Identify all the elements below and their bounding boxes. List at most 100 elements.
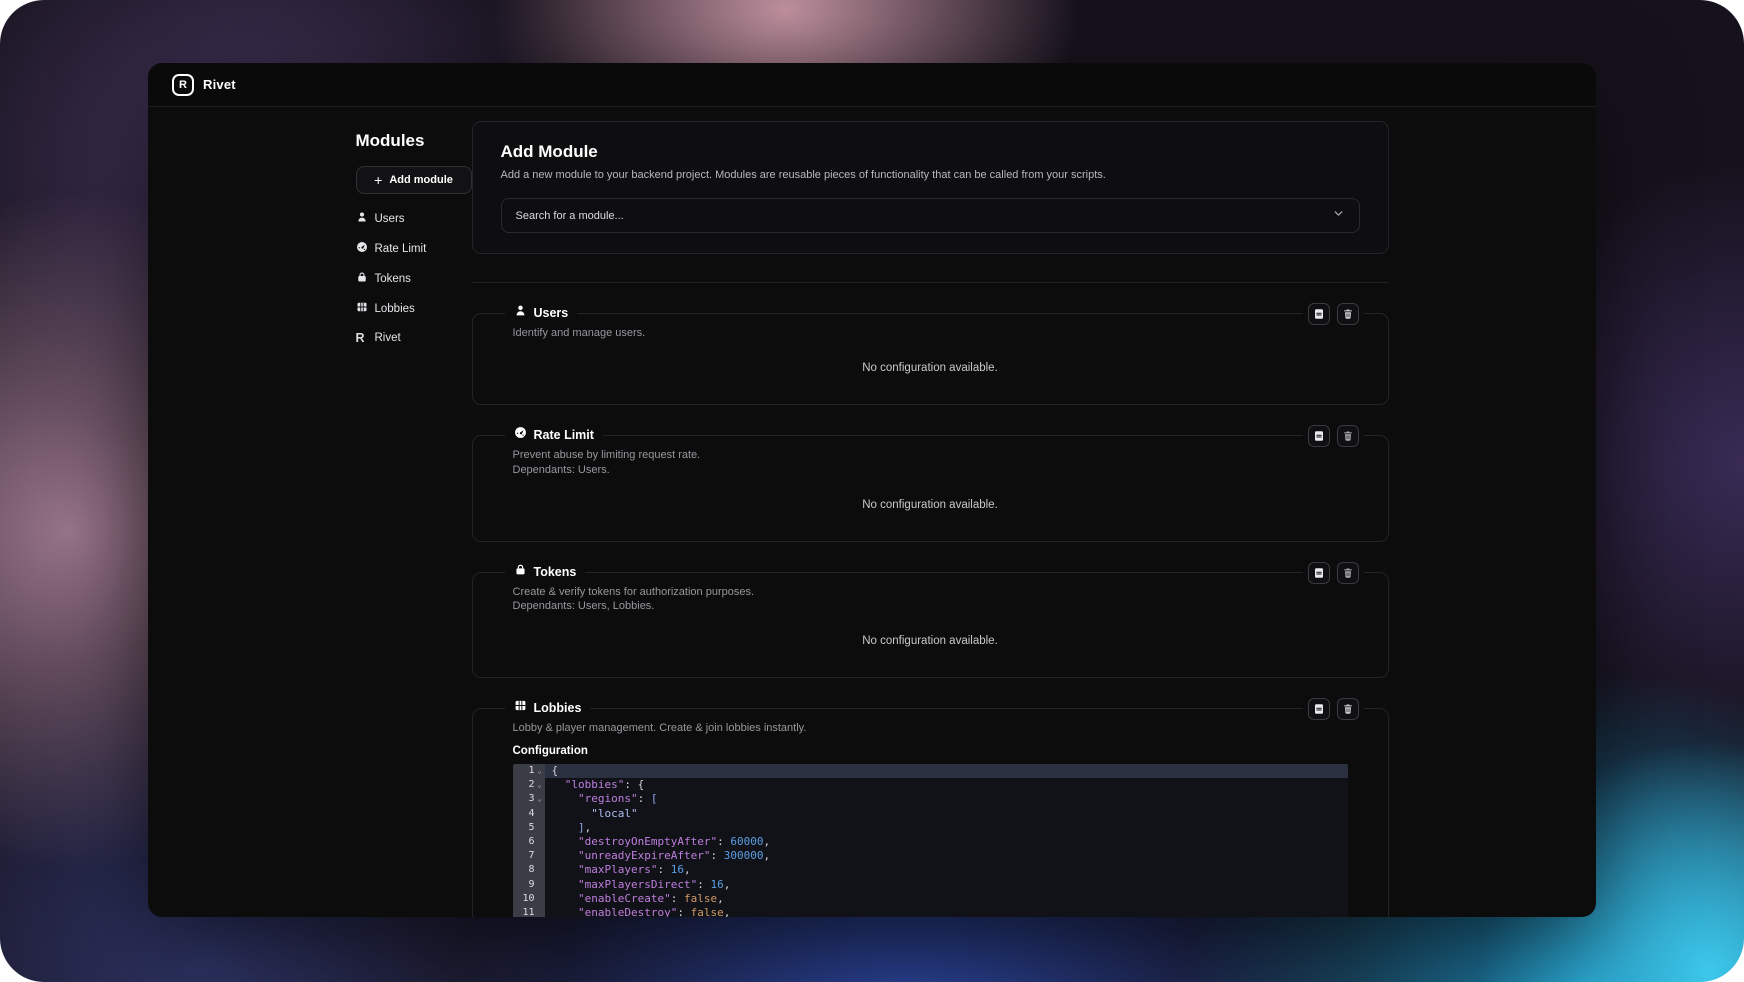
line-number-gutter: 2⌄ xyxy=(513,778,545,792)
line-number-gutter: 11 xyxy=(513,906,545,917)
fold-chevron-icon[interactable]: ⌄ xyxy=(535,792,545,806)
module-search-select[interactable]: Search for a module... xyxy=(501,198,1360,233)
module-dependants: Dependants: Users, Lobbies. xyxy=(513,599,1348,614)
code-line[interactable]: 3⌄ "regions": [ xyxy=(513,792,1348,806)
delete-button[interactable] xyxy=(1337,698,1359,720)
module-name: Users xyxy=(534,306,569,320)
line-number-gutter: 5 xyxy=(513,821,545,835)
module-card-header: Tokens xyxy=(505,563,586,581)
code-line[interactable]: 11 "enableDestroy": false, xyxy=(513,906,1348,917)
module-card-header: Lobbies xyxy=(505,699,591,717)
code-text: "enableDestroy": false, xyxy=(545,906,1348,917)
docs-button[interactable] xyxy=(1308,303,1330,325)
line-number-gutter: 3⌄ xyxy=(513,792,545,806)
line-number-gutter: 9 xyxy=(513,878,545,892)
plus-icon: + xyxy=(374,173,382,187)
configuration-label: Configuration xyxy=(513,745,1348,757)
docs-button[interactable] xyxy=(1308,698,1330,720)
code-text: "lobbies": { xyxy=(545,778,1348,792)
module-card-actions xyxy=(1303,303,1364,325)
page-background: R Rivet Modules + Add module Users xyxy=(0,0,1744,982)
code-line[interactable]: 1⌄{ xyxy=(513,764,1348,778)
fold-chevron-icon[interactable]: ⌄ xyxy=(535,764,545,778)
app-window: R Rivet Modules + Add module Users xyxy=(148,63,1596,917)
code-text: "regions": [ xyxy=(545,792,1348,806)
add-module-button[interactable]: + Add module xyxy=(356,166,472,194)
modules-sidebar: Modules + Add module Users Rate Limit xyxy=(356,121,472,917)
module-card-users: Users Identify and manage users. No conf… xyxy=(472,313,1389,405)
brand-name: Rivet xyxy=(203,77,236,92)
module-description: Identify and manage users. xyxy=(513,326,1348,341)
code-line[interactable]: 8 "maxPlayers": 16, xyxy=(513,863,1348,877)
module-name: Rate Limit xyxy=(534,428,594,442)
sidebar-item-rate-limit[interactable]: Rate Limit xyxy=(356,241,472,256)
module-card-rate-limit: Rate Limit Prevent abuse by limiting req… xyxy=(472,435,1389,542)
rivet-logo-icon[interactable]: R xyxy=(172,74,194,96)
grid-icon xyxy=(356,301,368,316)
code-line[interactable]: 9 "maxPlayersDirect": 16, xyxy=(513,878,1348,892)
add-module-description: Add a new module to your backend project… xyxy=(501,169,1360,181)
sidebar-module-list: Users Rate Limit Tokens Lobbies xyxy=(356,211,472,345)
add-module-button-label: Add module xyxy=(389,174,453,186)
code-text: "destroyOnEmptyAfter": 60000, xyxy=(545,835,1348,849)
rivet-r-icon: R xyxy=(356,331,368,345)
code-text: "local" xyxy=(545,807,1348,821)
module-empty-state: No configuration available. xyxy=(513,362,1348,404)
line-number-gutter: 1⌄ xyxy=(513,764,545,778)
sidebar-title: Modules xyxy=(356,131,472,151)
sidebar-item-lobbies[interactable]: Lobbies xyxy=(356,301,472,316)
json-config-editor[interactable]: 1⌄{2⌄ "lobbies": {3⌄ "regions": [4 "loca… xyxy=(513,764,1348,917)
user-icon xyxy=(356,211,368,226)
module-card-header: Users xyxy=(505,304,578,322)
module-name: Lobbies xyxy=(534,701,582,715)
code-text: "maxPlayers": 16, xyxy=(545,863,1348,877)
code-text: { xyxy=(545,764,1348,778)
top-bar: R Rivet xyxy=(148,63,1596,107)
main-panel: Add Module Add a new module to your back… xyxy=(472,121,1389,917)
sidebar-item-label: Rate Limit xyxy=(375,243,427,255)
sidebar-item-label: Users xyxy=(375,213,405,225)
module-description: Lobby & player management. Create & join… xyxy=(513,721,1348,736)
code-text: ], xyxy=(545,821,1348,835)
sidebar-item-label: Lobbies xyxy=(375,303,415,315)
code-line[interactable]: 6 "destroyOnEmptyAfter": 60000, xyxy=(513,835,1348,849)
docs-button[interactable] xyxy=(1308,562,1330,584)
code-line[interactable]: 7 "unreadyExpireAfter": 300000, xyxy=(513,849,1348,863)
code-line[interactable]: 4 "local" xyxy=(513,807,1348,821)
line-number-gutter: 8 xyxy=(513,863,545,877)
module-card-tokens: Tokens Create & verify tokens for author… xyxy=(472,572,1389,679)
module-search-placeholder: Search for a module... xyxy=(516,210,624,222)
delete-button[interactable] xyxy=(1337,303,1359,325)
line-number-gutter: 6 xyxy=(513,835,545,849)
code-text: "enableCreate": false, xyxy=(545,892,1348,906)
lock-icon xyxy=(514,563,527,581)
module-empty-state: No configuration available. xyxy=(513,635,1348,677)
module-card-actions xyxy=(1303,425,1364,447)
code-line[interactable]: 5 ], xyxy=(513,821,1348,835)
delete-button[interactable] xyxy=(1337,562,1359,584)
code-line[interactable]: 10 "enableCreate": false, xyxy=(513,892,1348,906)
module-card-header: Rate Limit xyxy=(505,426,603,444)
grid-icon xyxy=(514,699,527,717)
sidebar-item-label: Tokens xyxy=(375,273,411,285)
fold-chevron-icon[interactable]: ⌄ xyxy=(535,778,545,792)
gauge-icon xyxy=(356,241,368,256)
code-line[interactable]: 2⌄ "lobbies": { xyxy=(513,778,1348,792)
line-number-gutter: 10 xyxy=(513,892,545,906)
gauge-icon xyxy=(514,426,527,444)
section-divider xyxy=(472,282,1389,283)
sidebar-item-rivet[interactable]: R Rivet xyxy=(356,331,472,345)
docs-button[interactable] xyxy=(1308,425,1330,447)
add-module-title: Add Module xyxy=(501,142,1360,162)
module-description: Prevent abuse by limiting request rate. xyxy=(513,448,1348,463)
delete-button[interactable] xyxy=(1337,425,1359,447)
sidebar-item-users[interactable]: Users xyxy=(356,211,472,226)
line-number-gutter: 4 xyxy=(513,807,545,821)
module-name: Tokens xyxy=(534,565,577,579)
module-dependants: Dependants: Users. xyxy=(513,463,1348,478)
module-empty-state: No configuration available. xyxy=(513,499,1348,541)
add-module-card: Add Module Add a new module to your back… xyxy=(472,121,1389,254)
module-description: Create & verify tokens for authorization… xyxy=(513,585,1348,600)
sidebar-item-tokens[interactable]: Tokens xyxy=(356,271,472,286)
line-number-gutter: 7 xyxy=(513,849,545,863)
